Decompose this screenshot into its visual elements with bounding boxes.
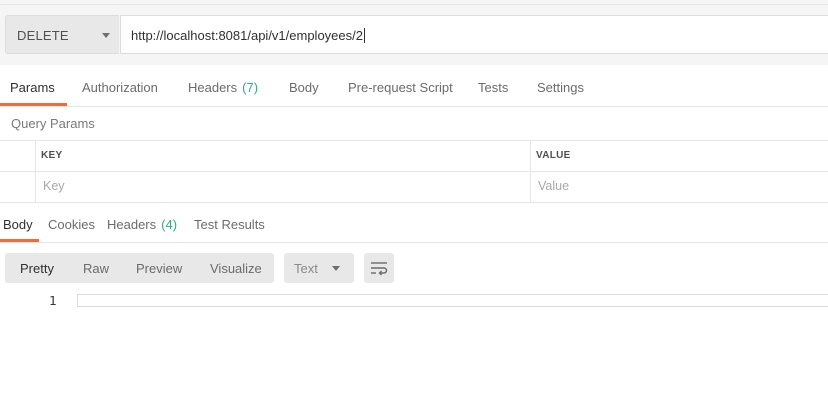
wrap-lines-icon <box>371 262 388 276</box>
request-tabs: Params Authorization Headers (7) Body Pre… <box>0 66 828 107</box>
response-tabs: Body Cookies Headers (4) Test Results <box>0 204 828 243</box>
key-input[interactable]: Key <box>43 179 65 193</box>
key-column-header: KEY <box>41 150 63 161</box>
headers-count: (7) <box>242 80 259 95</box>
active-response-tab-indicator <box>0 239 39 242</box>
column-divider <box>35 141 36 202</box>
url-input[interactable]: http://localhost:8081/api/v1/employees/2 <box>120 15 828 54</box>
value-column-header: VALUE <box>536 150 571 161</box>
tab-headers[interactable]: Headers (7) <box>188 80 258 95</box>
format-pretty-button[interactable]: Pretty <box>20 261 54 276</box>
format-raw-button[interactable]: Raw <box>83 261 109 276</box>
chevron-down-icon <box>332 266 340 271</box>
response-format-group: Pretty Raw Preview Visualize <box>5 253 274 283</box>
tab-tests[interactable]: Tests <box>478 80 508 95</box>
method-select[interactable]: DELETE <box>5 15 119 54</box>
tab-authorization[interactable]: Authorization <box>82 80 158 95</box>
top-divider <box>0 4 828 5</box>
tab-params[interactable]: Params <box>10 80 55 95</box>
value-input[interactable]: Value <box>538 179 569 193</box>
tab-pre-request-script[interactable]: Pre-request Script <box>348 80 453 95</box>
line-number: 1 <box>49 293 57 308</box>
format-visualize-button[interactable]: Visualize <box>210 261 262 276</box>
column-divider <box>530 141 531 202</box>
language-label: Text <box>294 261 318 276</box>
format-preview-button[interactable]: Preview <box>136 261 182 276</box>
response-tab-test-results[interactable]: Test Results <box>194 217 265 232</box>
chevron-down-icon <box>102 33 110 38</box>
active-tab-indicator <box>0 103 67 106</box>
method-label: DELETE <box>17 28 69 43</box>
url-value: http://localhost:8081/api/v1/employees/2 <box>131 28 365 43</box>
response-body-editor[interactable] <box>77 294 828 307</box>
text-cursor <box>363 28 365 43</box>
response-tab-headers[interactable]: Headers (4) <box>107 217 177 232</box>
response-tab-cookies[interactable]: Cookies <box>48 217 95 232</box>
query-params-title: Query Params <box>11 116 95 131</box>
tab-settings[interactable]: Settings <box>537 80 584 95</box>
row-divider <box>0 171 828 172</box>
query-params-table: KEY VALUE Key Value <box>0 140 828 203</box>
response-tab-body[interactable]: Body <box>3 217 33 232</box>
tab-body[interactable]: Body <box>289 80 319 95</box>
wrap-lines-button[interactable] <box>364 253 394 283</box>
response-headers-count: (4) <box>161 217 178 232</box>
language-select[interactable]: Text <box>284 253 354 283</box>
